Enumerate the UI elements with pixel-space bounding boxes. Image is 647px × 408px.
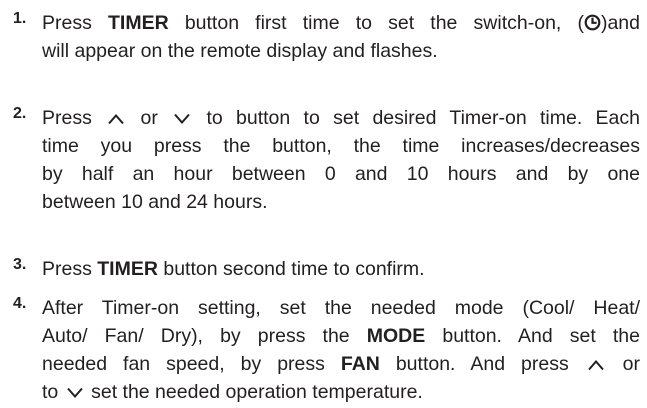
button-name: FAN [340, 353, 380, 375]
text-segment: to [42, 381, 64, 403]
text-segment: set the needed operation temperature. [85, 381, 423, 403]
text-line: needed fan speed, by press FAN button. A… [42, 350, 640, 378]
text-line: between 10 and 24 hours. [42, 188, 640, 216]
text-line: Press TIMER button first time to set the… [42, 9, 640, 37]
text-segment: or [127, 107, 172, 129]
text-segment: )and [600, 12, 640, 34]
button-name: TIMER [108, 12, 169, 34]
button-name: MODE [366, 325, 426, 347]
text-line: Press TIMER button second time to confir… [42, 255, 640, 283]
text-segment: between 10 and 24 hours. [42, 191, 268, 213]
text-line: After Timer-on setting, set the needed m… [42, 294, 640, 322]
text-segment: time you press the button, the time incr… [42, 135, 640, 157]
step-text: After Timer-on setting, set the needed m… [42, 294, 640, 406]
text-line: will appear on the remote display and fl… [42, 37, 640, 65]
down-arrow-icon [66, 387, 84, 399]
text-segment: button first time to set the switch-on, … [168, 12, 584, 34]
text-segment: Press [42, 258, 98, 280]
text-segment: button. And set the [425, 325, 641, 347]
text-segment: After Timer-on setting, set the needed m… [42, 297, 640, 319]
text-segment: button. And press [379, 353, 585, 375]
text-segment: Press [42, 12, 108, 34]
text-line: by half an hour between 0 and 10 hours a… [42, 160, 640, 188]
up-arrow-icon [587, 359, 605, 371]
text-line: Auto/ Fan/ Dry), by press the MODE butto… [42, 322, 640, 350]
text-segment: Press [42, 107, 106, 129]
text-segment: Auto/ Fan/ Dry), by press the [42, 325, 367, 347]
text-line: Press or to button to set desired Timer-… [42, 104, 640, 132]
text-line: to set the needed operation temperature. [42, 378, 640, 406]
text-segment: will appear on the remote display and fl… [42, 40, 438, 62]
text-segment: to button to set desired Timer-on time. … [193, 107, 640, 129]
up-arrow-icon [107, 113, 125, 125]
step-text: Press TIMER button first time to set the… [42, 9, 640, 65]
button-name: TIMER [97, 258, 158, 280]
step-text: Press TIMER button second time to confir… [42, 255, 640, 283]
timer-clock-icon [584, 14, 601, 31]
text-segment: button second time to confirm. [157, 258, 425, 280]
step-number: 4. [13, 295, 27, 312]
text-segment: by half an hour between 0 and 10 hours a… [42, 163, 640, 185]
step-number: 1. [13, 10, 27, 27]
down-arrow-icon [173, 113, 191, 125]
text-segment: needed fan speed, by press [42, 353, 341, 375]
text-segment: or [606, 353, 640, 375]
step-text: Press or to button to set desired Timer-… [42, 104, 640, 216]
text-line: time you press the button, the time incr… [42, 132, 640, 160]
step-number: 3. [13, 256, 27, 273]
step-number: 2. [13, 105, 27, 122]
